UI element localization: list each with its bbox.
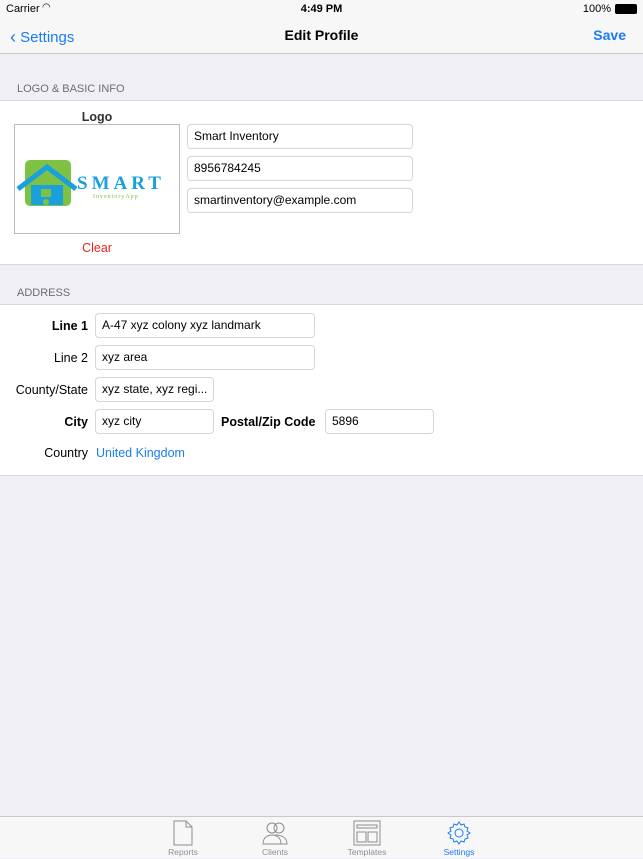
battery-percent: 100%	[582, 3, 611, 15]
phone-input[interactable]: 8956784245	[187, 156, 413, 181]
tab-templates[interactable]: Templates	[327, 817, 407, 859]
svg-text:InventoryApp: InventoryApp	[93, 194, 139, 200]
logo-image[interactable]: SMART InventoryApp	[14, 124, 180, 234]
tab-label: Clients	[262, 847, 288, 857]
zip-input[interactable]: 5896	[325, 409, 434, 434]
page-title: Edit Profile	[284, 27, 359, 43]
tab-bar: Reports Clients Templates Settings	[0, 816, 643, 858]
document-icon	[173, 820, 193, 846]
state-input[interactable]: xyz state, xyz regi...	[95, 377, 214, 402]
tab-label: Reports	[168, 847, 198, 857]
clear-logo-button[interactable]: Clear	[14, 241, 180, 255]
tab-clients[interactable]: Clients	[235, 817, 315, 859]
section-header-address: ADDRESS	[17, 287, 71, 299]
clock: 4:49 PM	[300, 3, 343, 15]
state-label: County/State	[15, 383, 88, 397]
zip-label: Postal/Zip Code	[221, 415, 316, 429]
layout-icon	[353, 820, 381, 846]
email-input[interactable]: smartinventory@example.com	[187, 188, 413, 213]
city-input[interactable]: xyz city	[95, 409, 214, 434]
logo-graphic: SMART InventoryApp	[16, 160, 165, 206]
section-header-basic: LOGO & BASIC INFO	[17, 83, 125, 95]
line1-label: Line 1	[51, 319, 88, 333]
tab-reports[interactable]: Reports	[143, 817, 223, 859]
address-card: Line 1 A-47 xyz colony xyz landmark Line…	[0, 304, 643, 476]
battery-icon	[615, 4, 637, 14]
gear-icon	[447, 821, 471, 845]
tab-settings[interactable]: Settings	[419, 817, 499, 859]
line2-input[interactable]: xyz area	[95, 345, 315, 370]
logo-label: Logo	[81, 110, 113, 124]
country-label: Country	[44, 446, 88, 460]
save-button[interactable]: Save	[593, 27, 626, 43]
line2-label: Line 2	[53, 351, 88, 365]
status-bar: Carrier ◠ 4:49 PM 100%	[0, 0, 643, 18]
logo-text: SMART	[77, 173, 165, 194]
city-label: City	[64, 415, 88, 429]
country-picker[interactable]: United Kingdom	[96, 446, 185, 460]
basic-info-card: Logo SMART InventoryApp Clear Smart Inve…	[0, 100, 643, 265]
line1-input[interactable]: A-47 xyz colony xyz landmark	[95, 313, 315, 338]
people-icon	[262, 822, 288, 845]
nav-bar: ‹ Settings Edit Profile Save	[0, 18, 643, 54]
business-name-input[interactable]: Smart Inventory	[187, 124, 413, 149]
tab-label: Settings	[443, 847, 475, 857]
tab-label: Templates	[347, 847, 387, 857]
